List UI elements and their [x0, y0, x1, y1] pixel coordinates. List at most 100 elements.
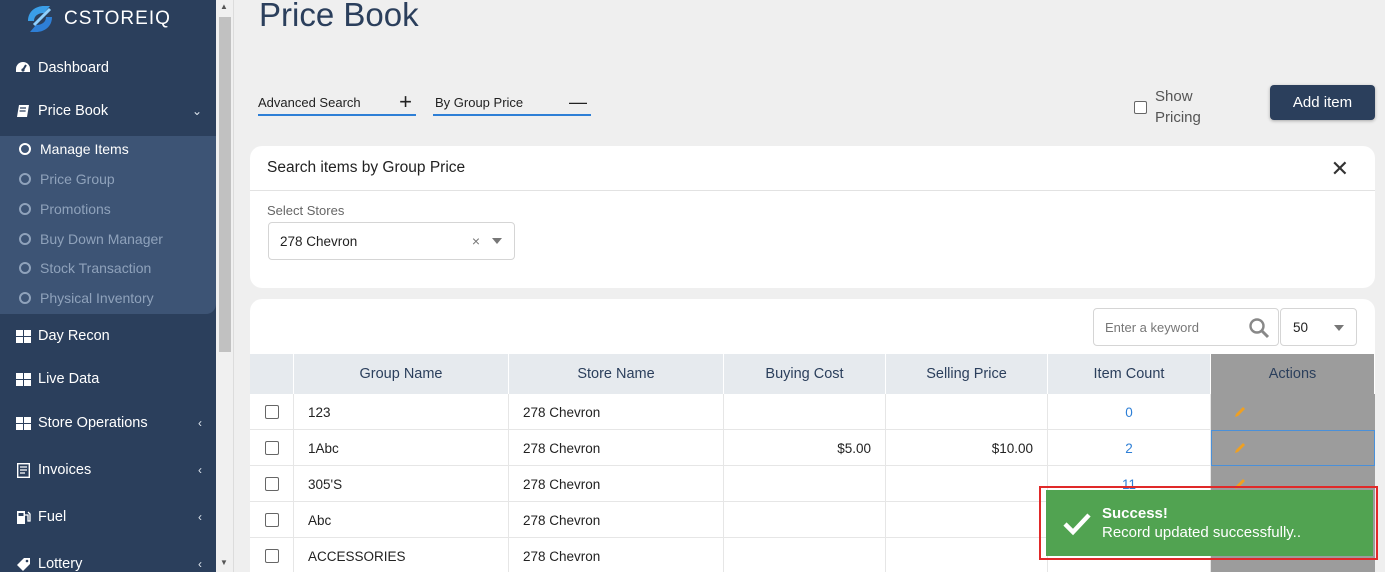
row-checkbox[interactable]: [264, 441, 279, 455]
show-pricing-toggle[interactable]: Show Pricing: [1134, 86, 1201, 128]
chevron-left-icon: ‹: [198, 557, 202, 571]
selling-price-cell: [886, 538, 1048, 572]
store-name-cell: 278 Chevron: [509, 430, 724, 466]
keyword-search-input[interactable]: Enter a keyword: [1093, 308, 1279, 346]
book-icon: [15, 103, 31, 119]
sidebar-item-live-data[interactable]: Live Data: [0, 363, 216, 395]
buying-cost-cell: [724, 466, 886, 502]
search-panel: Search items by Group Price ✕ Select Sto…: [250, 146, 1375, 288]
submenu-item-label: Price Group: [40, 171, 115, 187]
column-header-group-name[interactable]: Group Name: [294, 354, 509, 394]
chevron-down-icon[interactable]: [492, 238, 502, 244]
invoice-icon: [15, 462, 31, 478]
keyword-placeholder: Enter a keyword: [1105, 319, 1199, 335]
chevron-down-icon: ⌄: [191, 104, 202, 118]
circle-icon: [19, 292, 31, 304]
submenu-item-price-group[interactable]: Price Group: [0, 166, 115, 192]
submenu-item-promotions[interactable]: Promotions: [0, 196, 111, 222]
price-book-submenu: Manage Items Price Group Promotions Buy …: [0, 136, 216, 314]
sidebar-item-invoices[interactable]: Invoices ‹: [0, 454, 216, 486]
sidebar-item-label: Live Data: [38, 371, 100, 387]
column-header-store-name[interactable]: Store Name: [509, 354, 724, 394]
sidebar-item-day-recon[interactable]: Day Recon: [0, 320, 216, 352]
search-panel-title: Search items by Group Price: [250, 146, 1375, 191]
row-checkbox-cell: [250, 430, 294, 466]
add-item-button[interactable]: Add item: [1270, 85, 1375, 120]
store-name-cell: 278 Chevron: [509, 502, 724, 538]
actions-cell: [1211, 430, 1375, 466]
chevron-down-icon: [1334, 325, 1344, 331]
table-row: 123 278 Chevron 0: [250, 394, 1375, 430]
column-header-selling-price[interactable]: Selling Price: [886, 354, 1048, 394]
scrollbar-thumb[interactable]: [219, 17, 231, 352]
edit-pencil-icon[interactable]: [1233, 441, 1247, 455]
submenu-item-stock-transaction[interactable]: Stock Transaction: [0, 255, 151, 281]
show-pricing-label: Show Pricing: [1155, 86, 1201, 128]
actions-cell: [1211, 394, 1375, 430]
close-icon[interactable]: ✕: [1331, 156, 1349, 182]
sidebar-item-label: Price Book: [38, 103, 109, 119]
chevron-left-icon: ‹: [198, 463, 202, 477]
tag-icon: [15, 556, 31, 572]
scroll-down-arrow-icon[interactable]: ▼: [220, 558, 228, 567]
sidebar-item-price-book[interactable]: Price Book ⌄: [0, 95, 216, 127]
row-checkbox[interactable]: [264, 477, 279, 491]
toast-content: Success! Record updated successfully..: [1102, 505, 1301, 541]
table-row: 1Abc 278 Chevron $5.00 $10.00 2: [250, 430, 1375, 466]
group-name-cell: 123: [294, 394, 509, 430]
sidebar-item-label: Store Operations: [38, 415, 148, 431]
circle-icon: [19, 173, 31, 185]
store-name-cell: 278 Chevron: [509, 538, 724, 572]
group-name-cell: 305'S: [294, 466, 509, 502]
submenu-item-physical-inventory[interactable]: Physical Inventory: [0, 285, 154, 311]
edit-pencil-icon[interactable]: [1233, 405, 1247, 419]
clear-icon[interactable]: ×: [472, 233, 480, 249]
chevron-left-icon: ‹: [198, 510, 202, 524]
search-icon[interactable]: [1248, 317, 1270, 339]
success-toast[interactable]: Success! Record updated successfully..: [1046, 490, 1373, 556]
minus-icon[interactable]: —: [569, 93, 587, 111]
logo[interactable]: CSTOREIQ: [24, 2, 171, 36]
page-title: Price Book: [259, 0, 419, 33]
tab-advanced-search[interactable]: Advanced Search +: [258, 90, 416, 116]
scroll-up-arrow-icon[interactable]: ▲: [220, 2, 228, 11]
column-header-item-count[interactable]: Item Count: [1048, 354, 1211, 394]
toast-title: Success!: [1102, 505, 1168, 522]
selling-price-cell: $10.00: [886, 430, 1048, 466]
select-all-column: [250, 354, 294, 394]
row-checkbox-cell: [250, 538, 294, 572]
sidebar-scrollbar[interactable]: ▲ ▼: [216, 0, 234, 572]
select-stores-dropdown[interactable]: 278 Chevron ×: [268, 222, 515, 260]
row-checkbox[interactable]: [264, 513, 279, 527]
plus-icon[interactable]: +: [399, 91, 412, 113]
group-name-cell: Abc: [294, 502, 509, 538]
grid-icon: [15, 415, 31, 431]
circle-icon: [19, 262, 31, 274]
submenu-item-buy-down-manager[interactable]: Buy Down Manager: [0, 226, 163, 252]
buying-cost-cell: [724, 502, 886, 538]
sidebar-item-lottery[interactable]: Lottery ‹: [0, 548, 216, 572]
row-checkbox[interactable]: [264, 405, 279, 419]
column-header-buying-cost[interactable]: Buying Cost: [724, 354, 886, 394]
tab-by-group-price[interactable]: By Group Price —: [433, 90, 591, 116]
store-name-cell: 278 Chevron: [509, 466, 724, 502]
sidebar-item-dashboard[interactable]: Dashboard: [0, 52, 216, 84]
row-checkbox[interactable]: [264, 549, 279, 563]
item-count-link[interactable]: 0: [1048, 394, 1211, 430]
sidebar-item-store-operations[interactable]: Store Operations ‹: [0, 407, 216, 439]
page-size-select[interactable]: 50: [1280, 308, 1357, 346]
submenu-item-manage-items[interactable]: Manage Items: [0, 136, 129, 162]
chevron-left-icon: ‹: [198, 416, 202, 430]
submenu-item-label: Buy Down Manager: [40, 231, 163, 247]
logo-icon: [28, 6, 52, 32]
table-header: Group Name Store Name Buying Cost Sellin…: [250, 354, 1375, 394]
grid-icon: [15, 328, 31, 344]
sidebar-item-label: Dashboard: [38, 60, 109, 76]
item-count-link[interactable]: 2: [1048, 430, 1211, 466]
tab-label: By Group Price: [435, 94, 524, 110]
group-name-cell: 1Abc: [294, 430, 509, 466]
show-pricing-checkbox[interactable]: [1134, 100, 1147, 114]
sidebar-item-fuel[interactable]: Fuel ‹: [0, 501, 216, 533]
show-pricing-label-line2: Pricing: [1155, 109, 1201, 126]
gauge-icon: [15, 60, 31, 76]
